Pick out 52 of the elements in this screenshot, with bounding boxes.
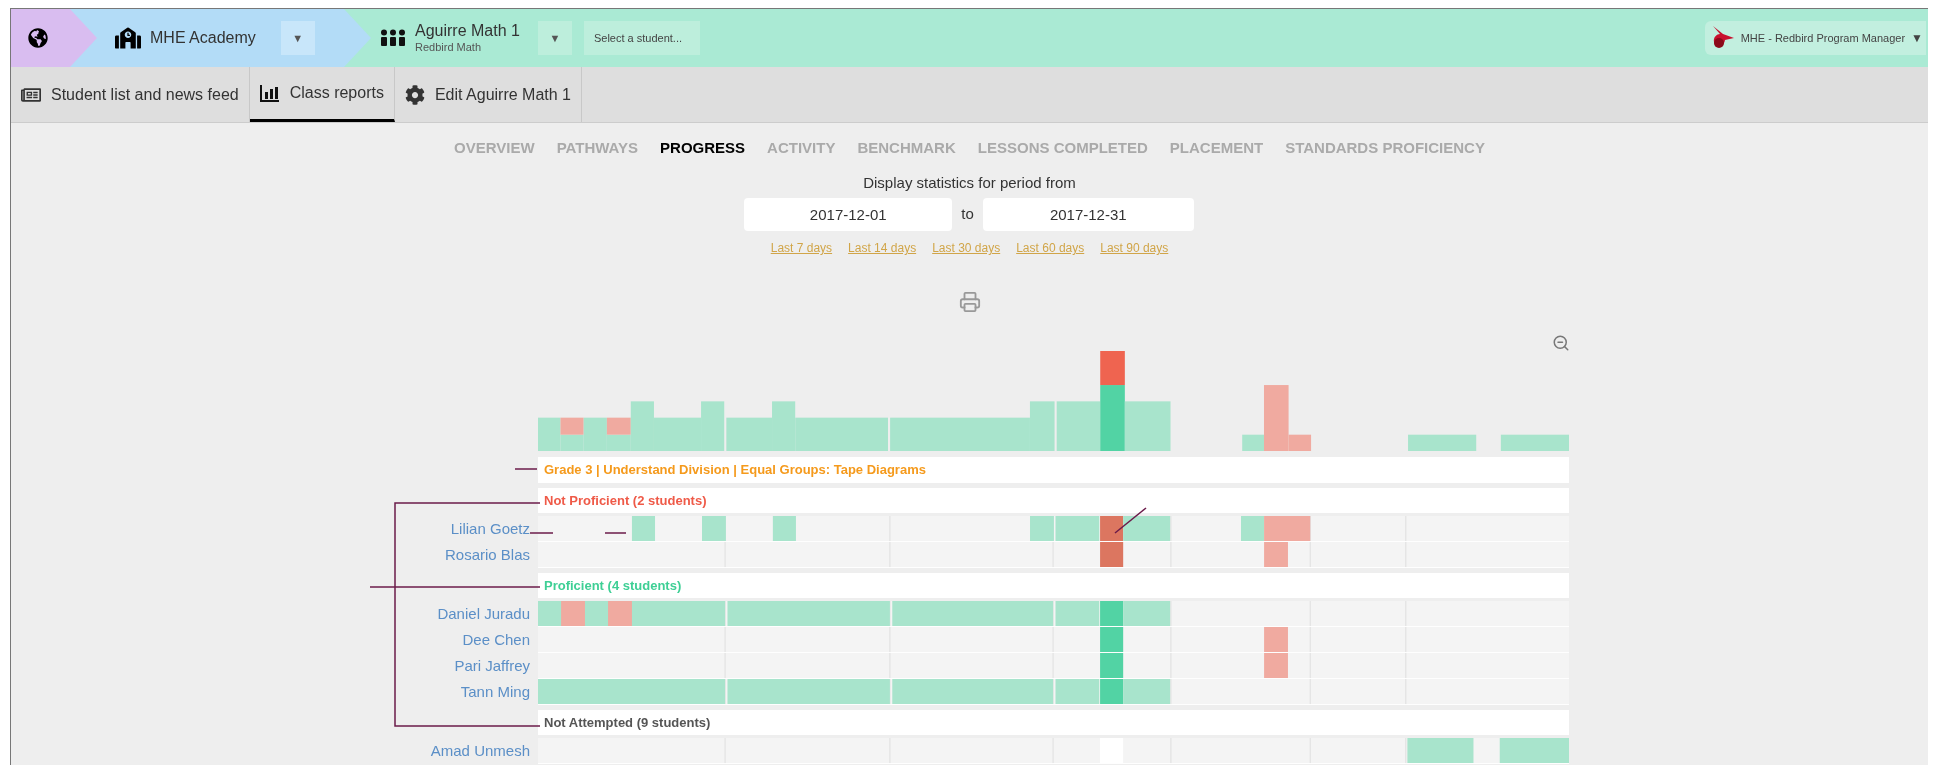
group-header: Proficient (4 students) xyxy=(538,573,1569,598)
report-tab[interactable]: STANDARDS PROFICIENCY xyxy=(1285,137,1485,160)
start-date-field[interactable]: 2017-12-01 xyxy=(744,198,953,231)
leader-line xyxy=(514,468,538,470)
histogram-bar xyxy=(1408,434,1477,451)
zoom-out-icon[interactable] xyxy=(1552,334,1570,352)
end-date-field[interactable]: 2017-12-31 xyxy=(982,198,1194,231)
bar-chart-icon xyxy=(259,84,280,102)
group-header: Not Attempted (9 students) xyxy=(538,710,1569,735)
student-name-link[interactable]: Dee Chen xyxy=(462,628,530,652)
student-name-link[interactable]: Tann Ming xyxy=(460,680,530,704)
account-menu[interactable]: MHE - Redbird Program Manager ▼ xyxy=(1704,21,1926,55)
student-name-link[interactable]: Lilian Goetz xyxy=(450,517,530,541)
school-icon xyxy=(115,27,141,49)
page-tab[interactable]: Edit Aguirre Math 1 xyxy=(394,67,582,122)
student-name-link[interactable]: Rosario Blas xyxy=(444,543,530,567)
globe-icon[interactable] xyxy=(28,28,48,48)
student-name-link[interactable]: Amad Unmesh xyxy=(430,739,530,763)
date-preset-link[interactable]: Last 7 days xyxy=(770,239,833,257)
date-preset-link[interactable]: Last 90 days xyxy=(1100,239,1169,257)
school-name[interactable]: MHE Academy xyxy=(150,26,256,50)
print-icon[interactable] xyxy=(958,291,981,313)
gear-icon xyxy=(404,84,425,105)
caret-icon: ▼ xyxy=(1911,29,1923,47)
report-tab[interactable]: LESSONS COMPLETED xyxy=(977,137,1148,160)
leader-line xyxy=(604,532,627,534)
students-icon xyxy=(381,29,405,47)
report-tab[interactable]: BENCHMARK xyxy=(857,137,956,160)
report-tab[interactable]: ACTIVITY xyxy=(767,137,836,160)
report-tab[interactable]: PROGRESS xyxy=(660,137,746,160)
class-name[interactable]: Aguirre Math 1 xyxy=(415,21,520,42)
report-tab[interactable]: PATHWAYS xyxy=(556,137,639,160)
date-preset-link[interactable]: Last 60 days xyxy=(1016,239,1085,257)
report-tab[interactable]: OVERVIEW xyxy=(454,137,535,160)
page-tab[interactable]: Student list and news feed xyxy=(11,67,250,122)
student-select[interactable]: Select a student... xyxy=(583,21,700,55)
class-subtitle: Redbird Math xyxy=(415,41,483,55)
leader-line xyxy=(1114,507,1147,534)
page-tab[interactable]: Class reports xyxy=(249,67,395,122)
date-preset-link[interactable]: Last 14 days xyxy=(848,239,917,257)
student-name-link[interactable]: Pari Jaffrey xyxy=(454,654,530,678)
date-preset-link[interactable]: Last 30 days xyxy=(932,239,1001,257)
report-tab[interactable]: PLACEMENT xyxy=(1169,137,1264,160)
leader-line xyxy=(529,532,554,534)
period-label: Display statistics for period from xyxy=(863,172,1076,193)
student-name-link[interactable]: Daniel Juradu xyxy=(437,602,530,626)
histogram-bar xyxy=(1500,434,1569,451)
group-header: Not Proficient (2 students) xyxy=(538,488,1569,513)
topic-header: Grade 3 | Understand Division | Equal Groups: Tape Diagrams xyxy=(538,457,1569,483)
to-label: to xyxy=(961,204,974,225)
school-dropdown[interactable]: ▼ xyxy=(280,21,315,55)
class-dropdown[interactable]: ▼ xyxy=(537,21,572,55)
